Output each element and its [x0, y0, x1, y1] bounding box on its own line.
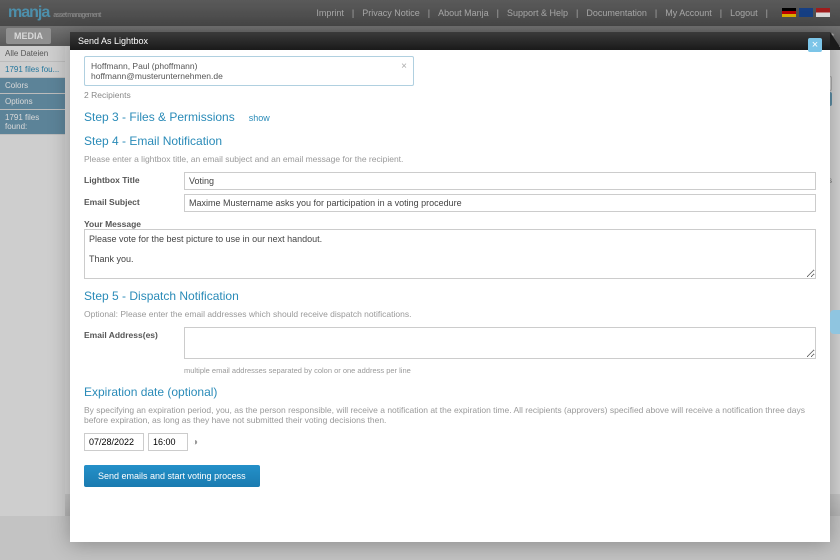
step4-heading: Step 4 - Email Notification	[84, 134, 816, 148]
email-subject-input[interactable]	[184, 194, 816, 212]
emails-helper: multiple email addresses separated by co…	[184, 366, 816, 375]
show-link[interactable]: show	[249, 113, 270, 123]
modal-title: Send As Lightbox	[70, 32, 830, 50]
close-icon[interactable]: ×	[808, 38, 822, 52]
email-addresses-input[interactable]	[184, 327, 816, 359]
step3-heading: Step 3 - Files & Permissionsshow	[84, 110, 816, 124]
recipients-count: 2 Recipients	[84, 90, 816, 100]
lightbox-title-label: Lightbox Title	[84, 172, 184, 185]
expiration-date-input[interactable]	[84, 433, 144, 451]
send-emails-button[interactable]: Send emails and start voting process	[84, 465, 260, 487]
message-textarea[interactable]	[84, 229, 816, 279]
send-lightbox-modal: × Send As Lightbox Hoffmann, Paul (phoff…	[70, 32, 830, 542]
email-subject-label: Email Subject	[84, 194, 184, 207]
expiration-heading: Expiration date (optional)	[84, 385, 816, 399]
clock-icon[interactable]: ◑	[192, 437, 198, 448]
step4-hint: Please enter a lightbox title, an email …	[84, 154, 816, 164]
step5-hint: Optional: Please enter the email address…	[84, 309, 816, 319]
email-addresses-label: Email Address(es)	[84, 327, 184, 340]
recipient-chip[interactable]: Hoffmann, Paul (phoffmann) hoffmann@must…	[84, 56, 414, 86]
side-handle[interactable]	[830, 310, 840, 334]
remove-recipient-icon[interactable]: ×	[401, 61, 407, 72]
lightbox-title-input[interactable]	[184, 172, 816, 190]
expiration-hint: By specifying an expiration period, you,…	[84, 405, 816, 425]
your-message-label: Your Message	[84, 216, 141, 229]
step5-heading: Step 5 - Dispatch Notification	[84, 289, 816, 303]
expiration-time-input[interactable]	[148, 433, 188, 451]
